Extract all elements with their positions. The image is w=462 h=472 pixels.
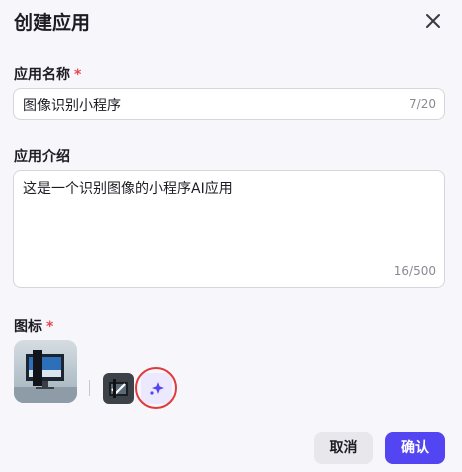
- app-name-value: 图像识别小程序: [23, 98, 121, 114]
- required-mark: *: [46, 319, 54, 335]
- app-intro-label: 应用介绍: [14, 149, 70, 165]
- dialog-title: 创建应用: [14, 12, 91, 34]
- confirm-button[interactable]: 确认: [385, 432, 445, 464]
- icon-label-row: 图标 *: [14, 316, 53, 336]
- app-intro-value: 这是一个识别图像的小程序AI应用: [23, 181, 233, 197]
- required-mark: *: [74, 67, 82, 83]
- app-name-counter: 7/20: [409, 97, 436, 111]
- create-app-dialog: 创建应用 应用名称 * 图像识别小程序 7/20 应用介绍 这是一个识别图像的小程…: [0, 0, 462, 472]
- app-name-input[interactable]: 图像识别小程序 7/20: [13, 88, 445, 120]
- highlight-ring: [135, 367, 177, 409]
- app-intro-textarea[interactable]: 这是一个识别图像的小程序AI应用 16/500: [13, 170, 445, 288]
- icon-divider: [89, 380, 90, 396]
- app-icon-preview: [14, 340, 77, 403]
- image-picker-icon[interactable]: [103, 373, 134, 404]
- app-name-label-row: 应用名称 *: [14, 64, 81, 84]
- app-name-label: 应用名称: [14, 67, 70, 83]
- icon-label: 图标: [14, 319, 42, 335]
- close-icon[interactable]: [423, 11, 443, 31]
- app-intro-counter: 16/500: [393, 264, 436, 278]
- cancel-button[interactable]: 取消: [314, 432, 373, 464]
